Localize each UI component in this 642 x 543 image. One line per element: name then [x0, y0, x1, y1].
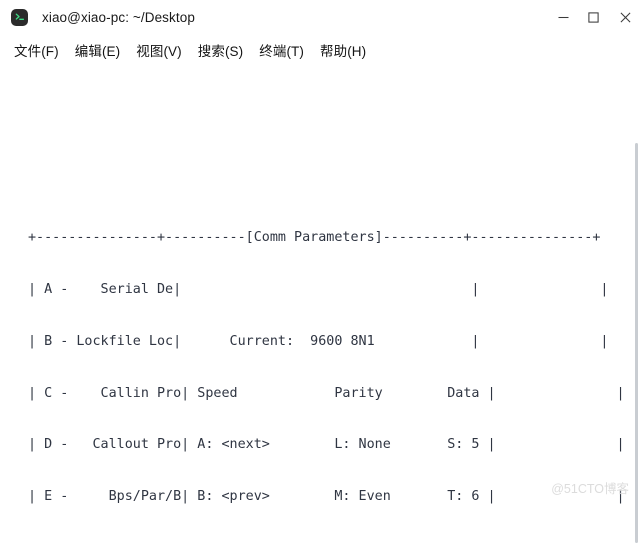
terminal-row-menu-c[interactable]: | C - Callin Pro| Speed Parity Data | | — [28, 385, 625, 402]
menu-item-view[interactable]: 视图(V) — [128, 37, 190, 63]
window-title: xiao@xiao-pc: ~/Desktop — [42, 10, 195, 25]
menu-item-terminal[interactable]: 终端(T) — [251, 37, 312, 63]
menu-item-edit[interactable]: 编辑(E) — [67, 37, 129, 63]
row-text: | E - Bps/Par/B| B: <prev> M: Even T: 6 … — [28, 489, 625, 504]
menu-item-file[interactable]: 文件(F) — [6, 37, 67, 63]
menubar: 文件(F) 编辑(E) 视图(V) 搜索(S) 终端(T) 帮助(H) — [0, 34, 642, 65]
row-text: +---------------+----------[Comm Paramet… — [28, 230, 600, 245]
terminal-screen[interactable]: +---------------+----------[Comm Paramet… — [0, 65, 642, 507]
minicom-comm-parameters-dialog: +---------------+----------[Comm Paramet… — [28, 177, 625, 507]
maximize-icon[interactable] — [578, 0, 608, 34]
row-text: | B - Lockfile Loc| Current: 9600 8N1 | … — [28, 334, 608, 349]
menu-item-search[interactable]: 搜索(S) — [190, 37, 252, 63]
terminal-row-border-top: +---------------+----------[Comm Paramet… — [28, 229, 625, 246]
scrollbar-thumb[interactable] — [635, 143, 638, 543]
watermark: @51CTO博客 — [551, 478, 629, 497]
terminal-scrollbar[interactable] — [629, 65, 642, 507]
terminal-row-menu-b[interactable]: | B - Lockfile Loc| Current: 9600 8N1 | … — [28, 333, 625, 350]
terminal-icon — [11, 9, 28, 26]
terminal-row-menu-a[interactable]: | A - Serial De| | | — [28, 281, 625, 298]
row-text: | A - Serial De| | | — [28, 282, 608, 297]
row-text: | D - Callout Pro| A: <next> L: None S: … — [28, 437, 625, 452]
minimize-icon[interactable] — [548, 0, 578, 34]
window-controls — [548, 0, 642, 34]
row-text: | C - Callin Pro| Speed Parity Data | | — [28, 386, 625, 401]
window-titlebar[interactable]: xiao@xiao-pc: ~/Desktop — [0, 0, 642, 34]
terminal-row-menu-e[interactable]: | E - Bps/Par/B| B: <prev> M: Even T: 6 … — [28, 488, 625, 505]
terminal-row-menu-d[interactable]: | D - Callout Pro| A: <next> L: None S: … — [28, 436, 625, 453]
close-icon[interactable] — [608, 0, 642, 34]
menu-item-help[interactable]: 帮助(H) — [312, 37, 374, 63]
